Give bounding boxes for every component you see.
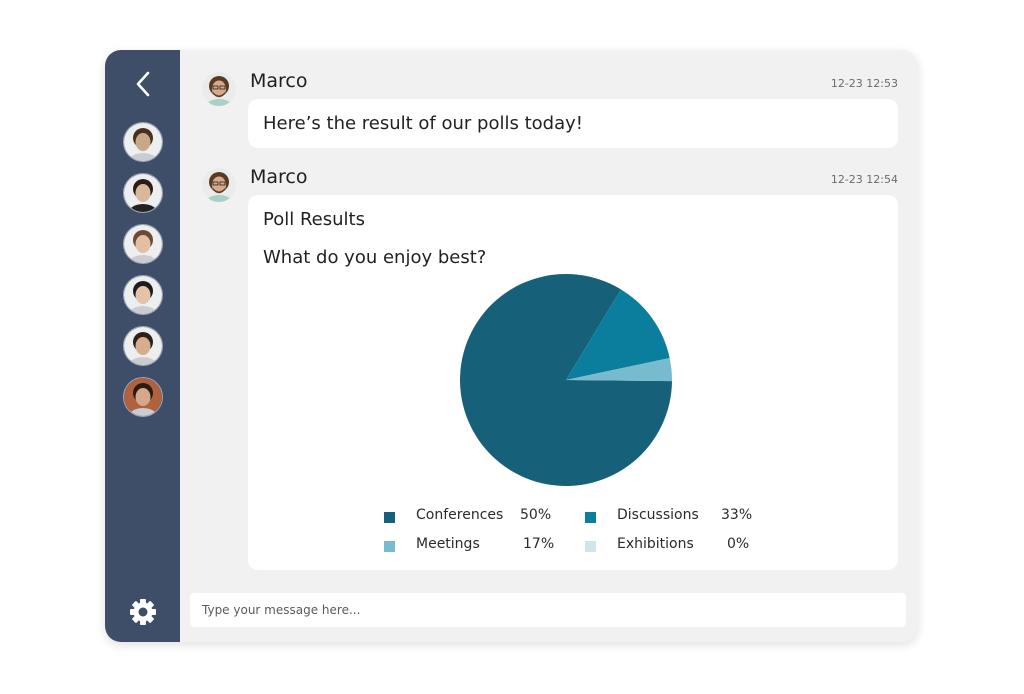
sender-name: Marco: [250, 166, 308, 188]
avatar-image: [124, 378, 162, 416]
sender-avatar[interactable]: [202, 168, 236, 202]
avatar-image: [124, 174, 162, 212]
sidebar-contact-avatar[interactable]: [123, 377, 163, 417]
legend-swatch: [585, 541, 596, 552]
legend-swatch: [384, 512, 395, 523]
avatar-image: [202, 168, 236, 202]
chevron-left-icon: [136, 71, 150, 97]
sidebar-contact-avatar[interactable]: [123, 275, 163, 315]
avatar-image: [124, 123, 162, 161]
message-timestamp: 12-23 12:53: [830, 77, 898, 90]
sender-avatar[interactable]: [202, 72, 236, 106]
poll-bubble: Poll Results What do you enjoy best? Con…: [248, 195, 898, 570]
legend-value: 17%: [523, 536, 555, 552]
message-bubble: Here’s the result of our polls today!: [248, 99, 898, 148]
message-timestamp: 12-23 12:54: [830, 173, 898, 186]
legend-label: Meetings: [416, 536, 480, 552]
legend-item: Meetings 17%: [380, 536, 580, 556]
legend-item: Exhibitions 0%: [581, 536, 781, 556]
message-input[interactable]: [190, 593, 906, 627]
legend-value: 0%: [727, 536, 750, 552]
message-input-box: [190, 593, 906, 627]
legend-swatch: [384, 541, 395, 552]
conversation-area: Marco 12-23 12:53 Here’s the result of o…: [180, 50, 918, 642]
poll-title: Poll Results: [263, 209, 365, 230]
sidebar: [105, 50, 180, 642]
sidebar-contact-avatar[interactable]: [123, 326, 163, 366]
sidebar-contact-avatar[interactable]: [123, 224, 163, 264]
avatar-image: [202, 72, 236, 106]
sidebar-contact-avatar[interactable]: [123, 122, 163, 162]
legend-label: Exhibitions: [617, 536, 694, 552]
gear-icon: [130, 599, 156, 625]
avatar-image: [124, 225, 162, 263]
legend-value: 33%: [721, 507, 753, 523]
legend-item: Discussions 33%: [581, 507, 781, 527]
legend-label: Discussions: [617, 507, 699, 523]
sender-name: Marco: [250, 70, 308, 92]
legend-item: Conferences 50%: [380, 507, 580, 527]
settings-button[interactable]: [129, 598, 157, 626]
sidebar-contact-avatar[interactable]: [123, 173, 163, 213]
avatar-image: [124, 276, 162, 314]
message-text: Here’s the result of our polls today!: [263, 113, 583, 134]
back-button[interactable]: [130, 70, 156, 98]
chat-window: Marco 12-23 12:53 Here’s the result of o…: [105, 50, 918, 642]
avatar-image: [124, 327, 162, 365]
legend-value: 50%: [520, 507, 552, 523]
poll-question: What do you enjoy best?: [263, 247, 487, 268]
legend-swatch: [585, 512, 596, 523]
legend-label: Conferences: [416, 507, 504, 523]
pie-chart: [460, 274, 672, 486]
